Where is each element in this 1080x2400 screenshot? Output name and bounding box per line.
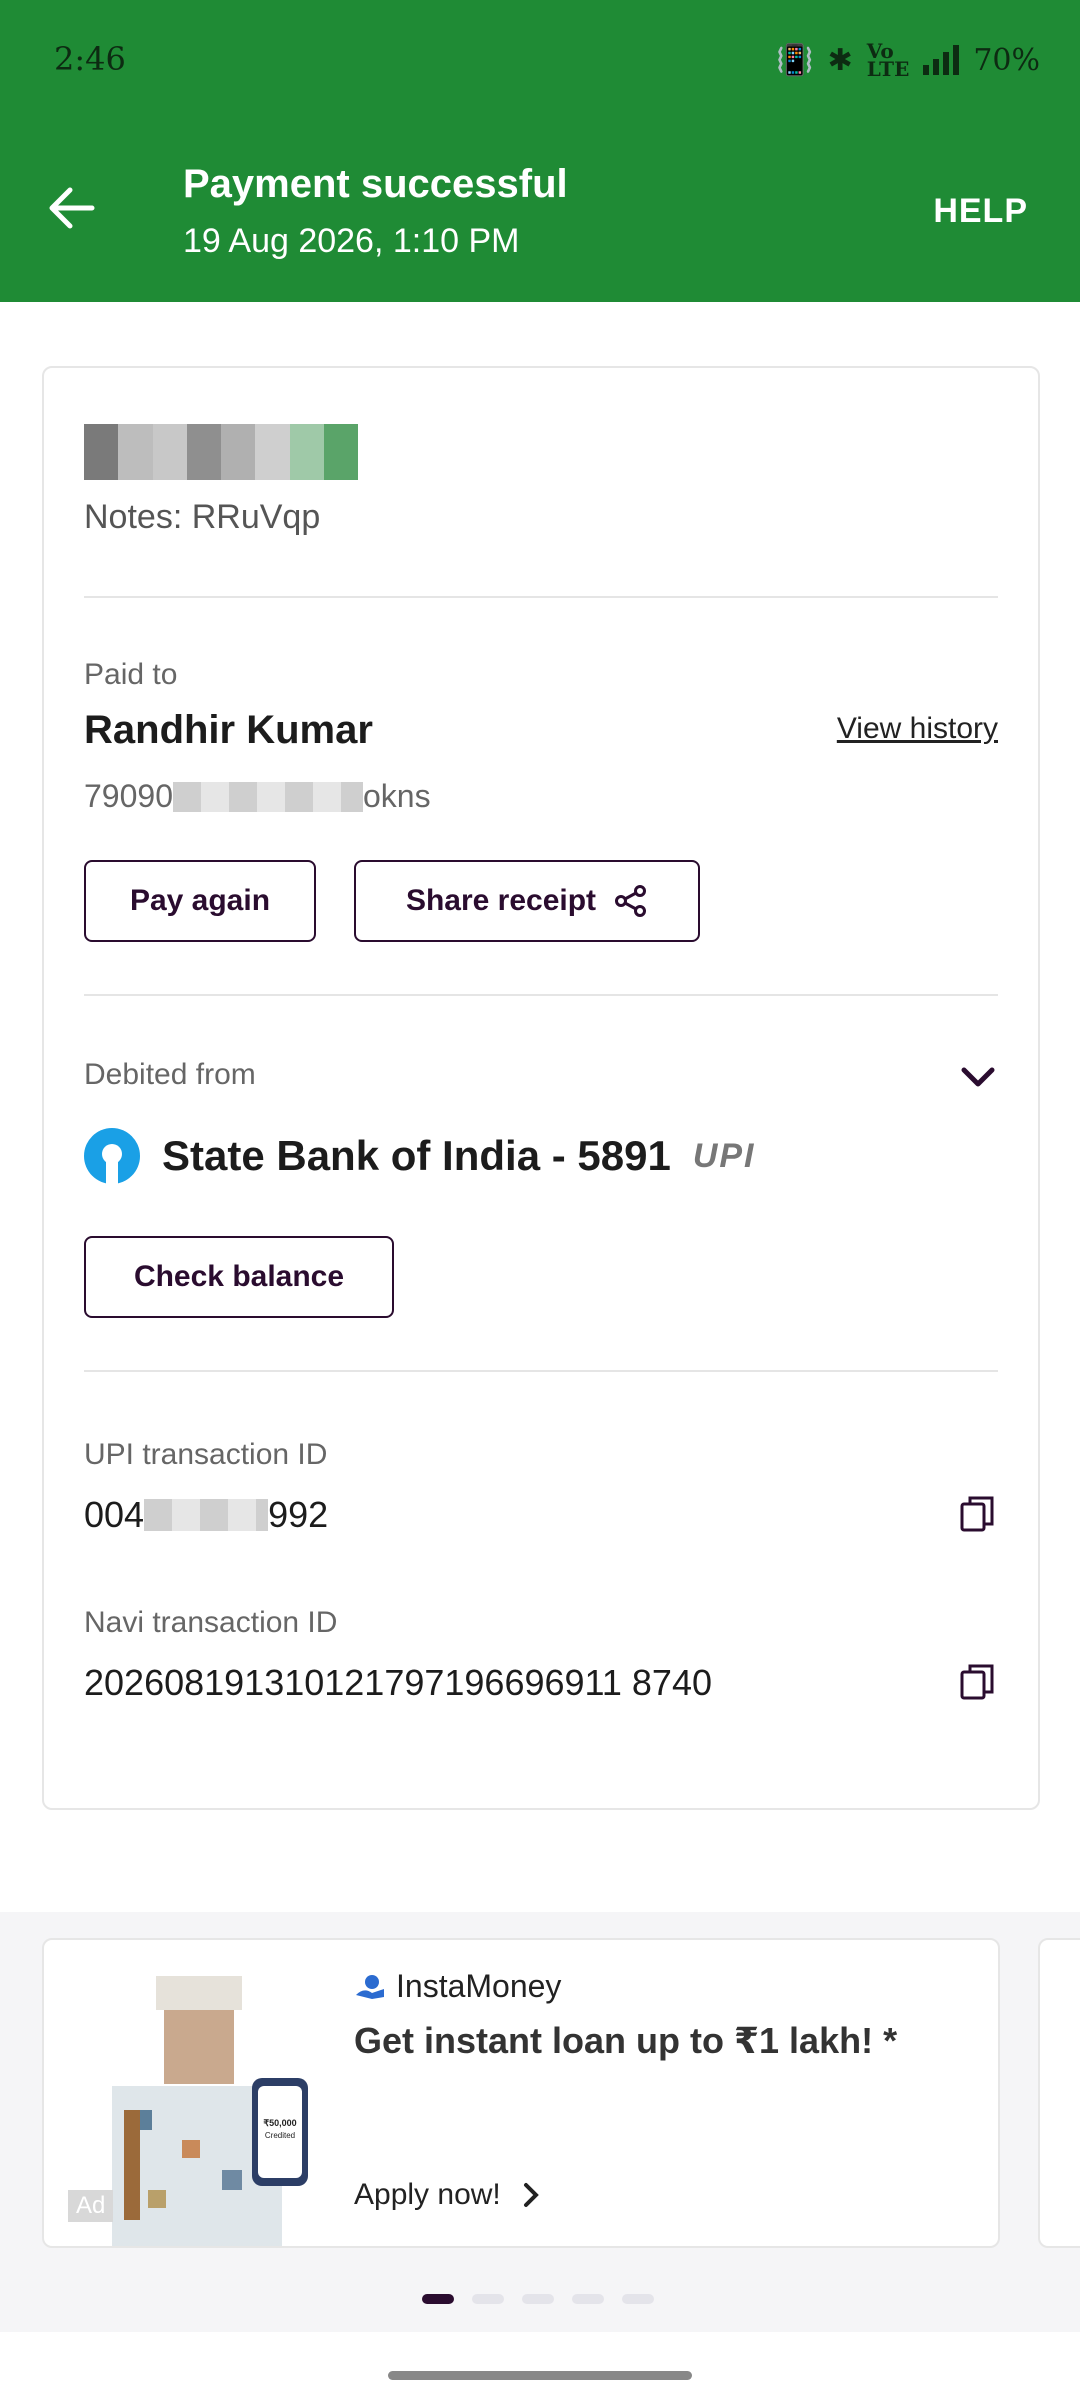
instamoney-logo-icon	[356, 1974, 384, 1999]
carousel-dot[interactable]	[622, 2294, 654, 2304]
view-history-link[interactable]: View history	[837, 712, 998, 746]
carousel-dot[interactable]	[522, 2294, 554, 2304]
status-time: 2:46	[54, 40, 126, 78]
divider	[84, 596, 998, 598]
debit-account-row: State Bank of India - 5891 UPI	[84, 1128, 756, 1184]
pay-again-button[interactable]: Pay again	[84, 860, 316, 942]
ad-card[interactable]: ₹50,000 Credited Ad InstaMoney Get insta…	[42, 1938, 1000, 2248]
ad-brand: InstaMoney	[354, 1968, 561, 2005]
ad-title: Get instant loan up to ₹1 lakh! *	[354, 2020, 898, 2061]
blurred-amount	[84, 424, 358, 480]
chevron-right-icon	[523, 2183, 539, 2207]
share-receipt-label: Share receipt	[405, 884, 597, 917]
svg-text:Credited: Credited	[265, 2131, 295, 2140]
redacted-block	[144, 1499, 269, 1531]
bank-account-name: State Bank of India - 5891	[162, 1132, 671, 1179]
apply-now-label: Apply now!	[354, 2178, 501, 2211]
carousel-dot[interactable]	[472, 2294, 504, 2304]
payment-details-card: Notes: RRuVqp Paid to Randhir Kumar View…	[42, 366, 1040, 1810]
payment-datetime: 19 Aug 2026, 1:10 PM	[183, 222, 520, 260]
vibrate-icon: 📳	[776, 42, 814, 78]
ad-brand-name: InstaMoney	[396, 1968, 562, 2004]
check-balance-label: Check balance	[133, 1260, 345, 1293]
chevron-down-icon[interactable]	[958, 1058, 998, 1098]
navi-transaction-label: Navi transaction ID	[84, 1606, 338, 1639]
help-button[interactable]: HELP	[933, 192, 1028, 231]
check-balance-button[interactable]: Check balance	[84, 1236, 394, 1318]
upi-transaction-id: 004 992	[84, 1494, 328, 1536]
back-arrow-icon[interactable]	[44, 180, 100, 236]
share-receipt-button[interactable]: Share receipt	[354, 860, 700, 942]
ad-tag: Ad	[68, 2190, 114, 2222]
svg-text:₹50,000: ₹50,000	[263, 2118, 296, 2128]
app-header: 2:46 📳 ✱ Vo LTE 70% Payment successful 19…	[0, 0, 1080, 302]
carousel-dot[interactable]	[422, 2294, 454, 2304]
home-indicator[interactable]	[388, 2371, 692, 2380]
share-icon	[615, 885, 647, 917]
status-icons: 📳 ✱ Vo LTE 70%	[776, 39, 1040, 81]
divider	[84, 994, 998, 996]
bluetooth-icon: ✱	[827, 42, 853, 78]
payment-notes: Notes: RRuVqp	[84, 498, 321, 536]
paid-to-label: Paid to	[84, 658, 178, 691]
divider	[84, 1370, 998, 1372]
upi-logo: UPI	[692, 1136, 756, 1175]
upi-id-suffix: okns	[362, 778, 431, 814]
debited-from-label: Debited from	[84, 1058, 256, 1091]
payee-upi-id: 79090 okns	[84, 778, 431, 815]
pay-again-label: Pay again	[129, 884, 271, 917]
signal-icon	[923, 45, 960, 75]
upi-txn-prefix: 004	[84, 1494, 145, 1535]
payee-name: Randhir Kumar	[84, 708, 373, 752]
next-ad-card[interactable]	[1038, 1938, 1080, 2248]
carousel-dots	[422, 2294, 654, 2304]
copy-upi-id-icon[interactable]	[958, 1494, 998, 1534]
upi-txn-suffix: 992	[268, 1494, 329, 1535]
carousel-dot[interactable]	[572, 2294, 604, 2304]
sbi-logo-icon	[84, 1128, 140, 1184]
upi-transaction-label: UPI transaction ID	[84, 1438, 328, 1471]
apply-now-link[interactable]: Apply now!	[354, 2178, 541, 2212]
navi-transaction-id: 202608191310121797196696911 8740	[84, 1662, 712, 1703]
redacted-block	[172, 781, 363, 812]
page-title: Payment successful	[183, 162, 568, 206]
copy-navi-id-icon[interactable]	[958, 1662, 998, 1702]
volte-icon: Vo LTE	[866, 39, 910, 81]
upi-id-prefix: 79090	[84, 778, 173, 814]
battery-text: 70%	[973, 42, 1040, 78]
